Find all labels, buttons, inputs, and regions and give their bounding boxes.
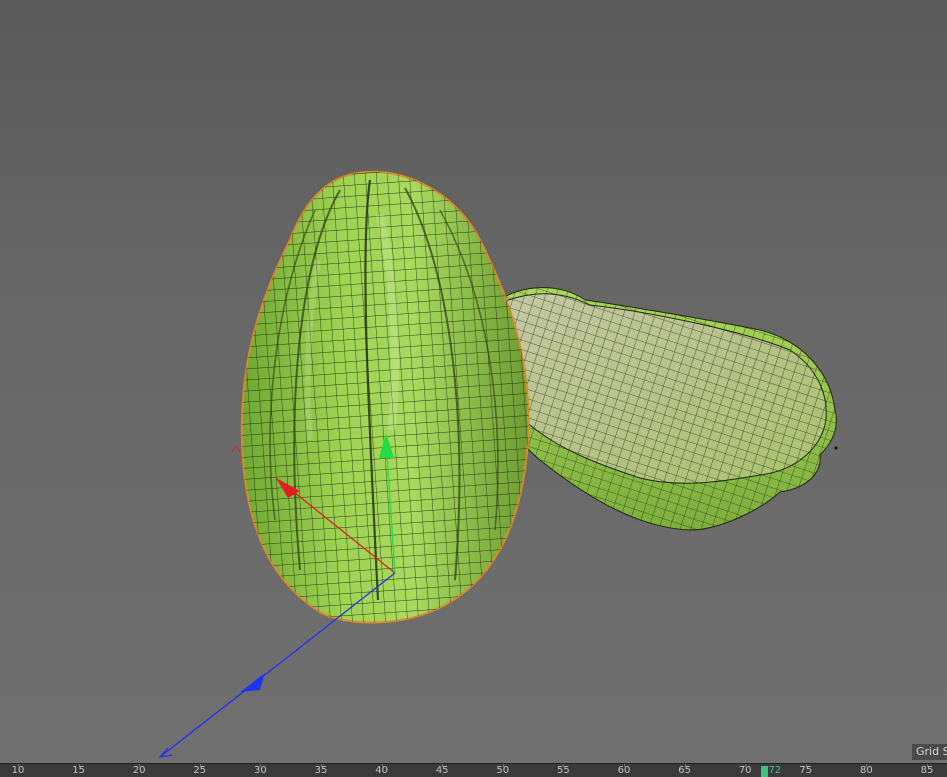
axis-hint-icon: [231, 445, 241, 453]
timeline-ruler[interactable]: 10 15 20 25 30 35 40 45 50 55 60 65 70 75 80 85 72: [0, 763, 947, 777]
viewport-scene[interactable]: [0, 0, 947, 763]
z-axis-line: [159, 572, 396, 758]
timeline-tick-label: 40: [375, 765, 388, 776]
timeline-tick-label: 15: [72, 765, 85, 776]
timeline-tick-label: 30: [254, 765, 267, 776]
timeline-tick-label: 35: [314, 765, 328, 776]
timeline-tick-label: 45: [435, 765, 449, 776]
timeline-tick-label: 70: [738, 765, 752, 776]
timeline-tick-label: 75: [799, 765, 813, 776]
timeline-tick-label: 10: [11, 765, 25, 776]
grid-spacing-label: Grid Spacing: [912, 744, 947, 760]
timeline-tick-label: 55: [557, 765, 570, 776]
chayote-back-mesh[interactable]: [494, 287, 838, 531]
chayote-front-mesh[interactable]: [240, 170, 530, 624]
timeline-playhead[interactable]: [761, 766, 769, 777]
timeline-tick-label: 80: [860, 765, 873, 776]
z-axis-arrow: [240, 673, 265, 692]
timeline-tick-label: 65: [678, 765, 691, 776]
3d-viewport[interactable]: Grid Spacing: [0, 0, 947, 763]
timeline-tick-label: 50: [496, 765, 510, 776]
timeline-tick-label: 60: [617, 765, 631, 776]
current-frame-label: 72: [768, 765, 782, 776]
timeline-tick-label: 20: [132, 765, 146, 776]
timeline-tick-label: 85: [920, 765, 934, 776]
timeline-tick-label: 25: [193, 765, 207, 776]
